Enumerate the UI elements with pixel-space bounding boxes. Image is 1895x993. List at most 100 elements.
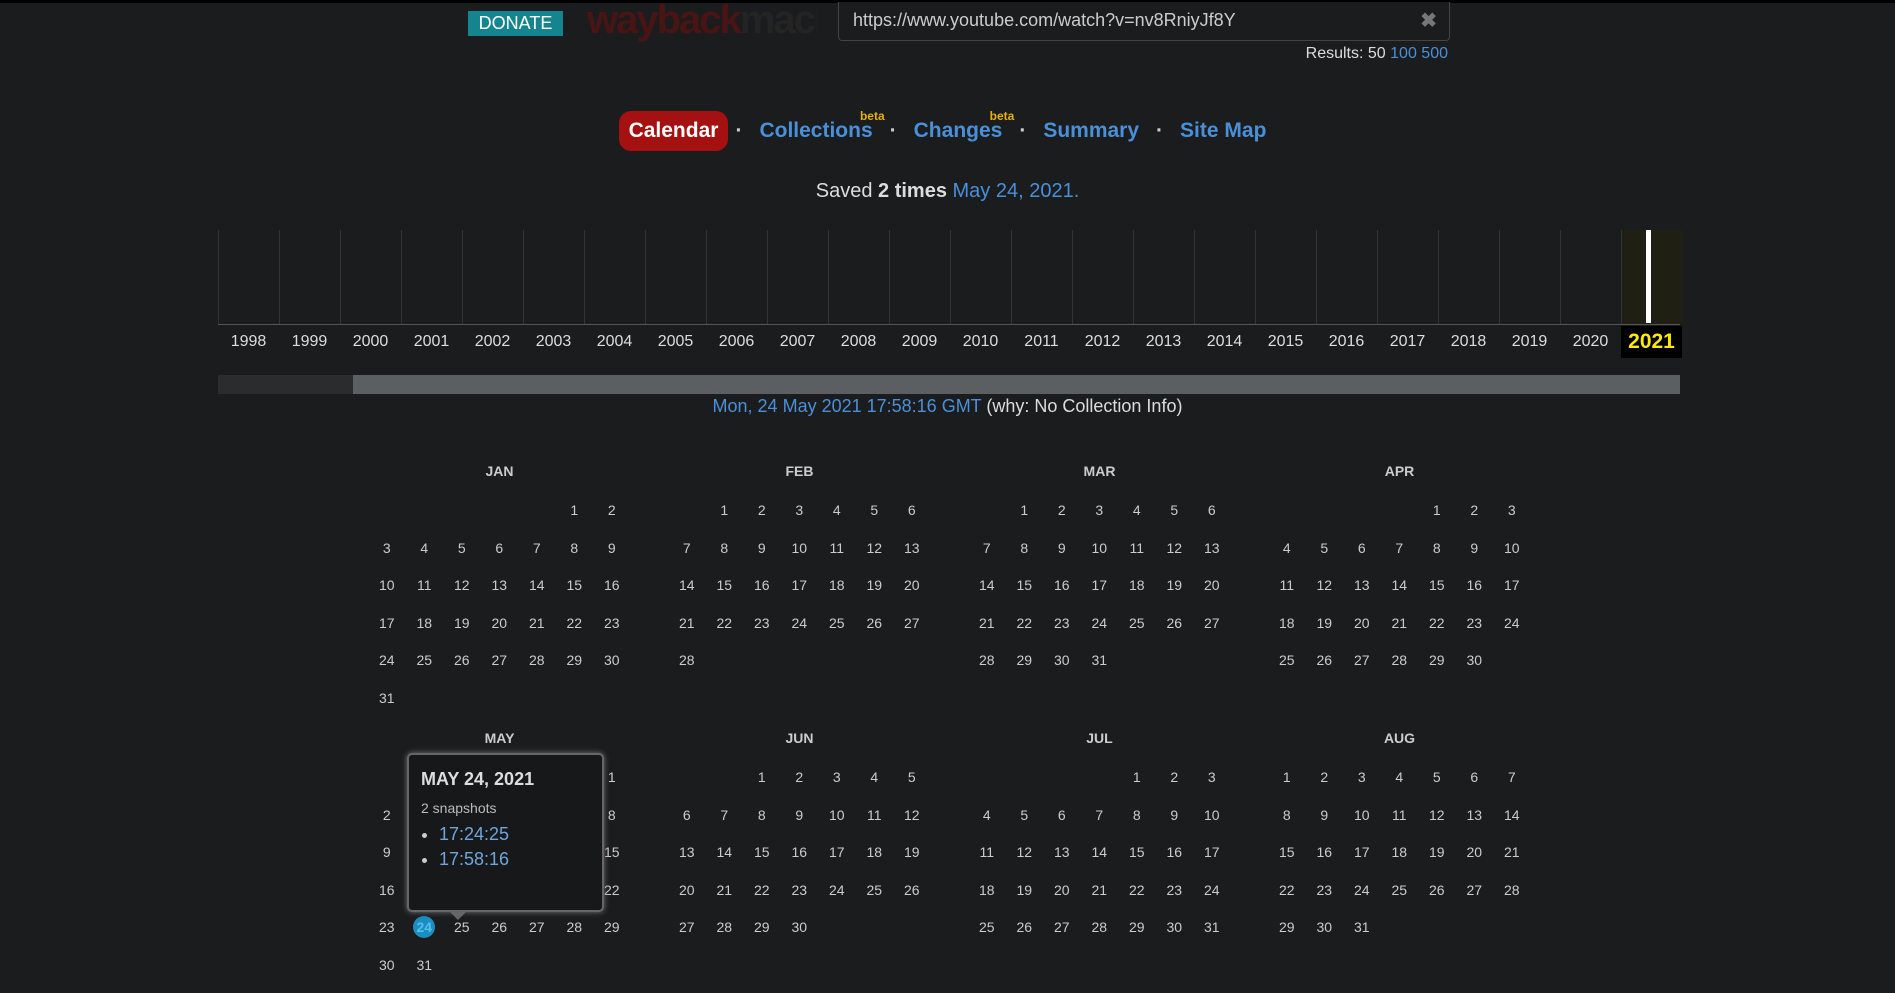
day: 4 bbox=[832, 502, 841, 518]
month-mar: MAR 1 2 3 4 5 6 7 8 9 10 11 12 13 14 15 16 17 18 19 20 21 22 23… bbox=[968, 463, 1231, 668]
url-search-box[interactable]: https://www.youtube.com/watch?v=nv8RniyJ… bbox=[838, 2, 1450, 41]
saved-date-link[interactable]: May 24, 2021. bbox=[953, 180, 1080, 202]
day: 26 bbox=[866, 614, 883, 631]
year-label-2013[interactable]: 2013 bbox=[1133, 333, 1194, 351]
year-label-2019[interactable]: 2019 bbox=[1499, 333, 1560, 351]
year-label-2002[interactable]: 2002 bbox=[462, 333, 523, 351]
tab-site-map[interactable]: Site Map bbox=[1170, 111, 1276, 151]
year-label-2011[interactable]: 2011 bbox=[1011, 333, 1072, 351]
year-column-2014[interactable] bbox=[1194, 230, 1256, 324]
year-column-1998[interactable] bbox=[218, 230, 280, 324]
year-column-2013[interactable] bbox=[1133, 230, 1195, 324]
day: 21 bbox=[978, 614, 995, 631]
day: 10 bbox=[1503, 539, 1520, 556]
day: 16 bbox=[1316, 844, 1333, 861]
scrollbar-thumb[interactable] bbox=[353, 375, 1680, 394]
year-label-2010[interactable]: 2010 bbox=[950, 333, 1011, 351]
year-label-2000[interactable]: 2000 bbox=[340, 333, 401, 351]
year-column-2005[interactable] bbox=[645, 230, 707, 324]
snapshot-link[interactable]: 17:24:25 bbox=[439, 824, 509, 844]
day: 10 bbox=[1353, 806, 1370, 823]
year-label-2018[interactable]: 2018 bbox=[1438, 333, 1499, 351]
year-column-2002[interactable] bbox=[462, 230, 524, 324]
day: 9 bbox=[1057, 539, 1066, 556]
capture-timestamp-link[interactable]: Mon, 24 May 2021 17:58:16 GMT bbox=[713, 396, 982, 416]
year-column-2017[interactable] bbox=[1377, 230, 1439, 324]
year-column-2012[interactable] bbox=[1072, 230, 1134, 324]
year-column-1999[interactable] bbox=[279, 230, 341, 324]
year-column-2006[interactable] bbox=[706, 230, 768, 324]
day: 15 bbox=[716, 577, 733, 594]
year-label-2003[interactable]: 2003 bbox=[523, 333, 584, 351]
year-label-2021[interactable]: 2021 bbox=[1621, 326, 1682, 358]
day: 30 bbox=[378, 957, 395, 973]
day: 6 bbox=[1357, 539, 1366, 556]
saved-count: 2 times bbox=[878, 180, 947, 202]
year-label-2005[interactable]: 2005 bbox=[645, 333, 706, 351]
clear-icon[interactable]: ✖ bbox=[1420, 8, 1437, 33]
year-column-2021[interactable] bbox=[1621, 230, 1683, 324]
day: 17 bbox=[1503, 577, 1520, 594]
tab-summary[interactable]: Summary bbox=[1033, 111, 1149, 151]
year-column-2009[interactable] bbox=[889, 230, 951, 324]
year-column-2004[interactable] bbox=[584, 230, 646, 324]
day: 14 bbox=[716, 844, 733, 861]
year-column-2000[interactable] bbox=[340, 230, 402, 324]
day: 20 bbox=[1053, 881, 1070, 898]
year-label-2020[interactable]: 2020 bbox=[1560, 333, 1621, 351]
day: 11 bbox=[1391, 806, 1407, 823]
day: 16 bbox=[753, 577, 770, 594]
day: 1 bbox=[720, 502, 729, 518]
year-label-2014[interactable]: 2014 bbox=[1194, 333, 1255, 351]
url-input[interactable]: https://www.youtube.com/watch?v=nv8RniyJ… bbox=[853, 10, 1236, 31]
donate-button[interactable]: DONATE bbox=[468, 11, 563, 36]
year-column-2008[interactable] bbox=[828, 230, 890, 324]
year-column-2016[interactable] bbox=[1316, 230, 1378, 324]
year-label-2008[interactable]: 2008 bbox=[828, 333, 889, 351]
results-100-link[interactable]: 100 bbox=[1390, 45, 1417, 62]
year-label-2006[interactable]: 2006 bbox=[706, 333, 767, 351]
day-with-snapshot[interactable]: 24 bbox=[406, 916, 444, 939]
snapshot-link[interactable]: 17:58:16 bbox=[439, 849, 509, 869]
view-tabs: Calendar · Collections beta · Changes beta · Sum… bbox=[0, 109, 1895, 151]
tab-changes[interactable]: Changes beta bbox=[904, 109, 1015, 151]
year-column-2010[interactable] bbox=[950, 230, 1012, 324]
day: 9 bbox=[1470, 539, 1479, 556]
year-label-2016[interactable]: 2016 bbox=[1316, 333, 1377, 351]
tab-calendar[interactable]: Calendar bbox=[618, 111, 729, 151]
results-500-link[interactable]: 500 bbox=[1421, 45, 1448, 62]
year-timeline[interactable]: 1998 1999 2000 2001 2002 2003 2004 2005 2006 2007… bbox=[218, 230, 1683, 358]
year-label-2009[interactable]: 2009 bbox=[889, 333, 950, 351]
year-label-2015[interactable]: 2015 bbox=[1255, 333, 1316, 351]
year-column-2003[interactable] bbox=[523, 230, 585, 324]
year-column-2001[interactable] bbox=[401, 230, 463, 324]
logo-part-b: machine bbox=[739, 0, 817, 42]
year-label-2017[interactable]: 2017 bbox=[1377, 333, 1438, 351]
year-column-2019[interactable] bbox=[1499, 230, 1561, 324]
day: 7 bbox=[720, 806, 729, 823]
snapshot-item: 17:58:16 bbox=[439, 847, 602, 872]
day: 22 bbox=[1428, 614, 1445, 631]
tab-collections[interactable]: Collections beta bbox=[749, 109, 884, 151]
year-column-2011[interactable] bbox=[1011, 230, 1073, 324]
year-label-1999[interactable]: 1999 bbox=[279, 333, 340, 351]
day: 2 bbox=[382, 806, 391, 823]
year-label-1998[interactable]: 1998 bbox=[218, 333, 279, 351]
day: 29 bbox=[1128, 919, 1145, 936]
wayback-logo[interactable]: waybackmachine bbox=[587, 0, 817, 42]
year-label-2007[interactable]: 2007 bbox=[767, 333, 828, 351]
day: 28 bbox=[1091, 919, 1108, 936]
year-column-2007[interactable] bbox=[767, 230, 829, 324]
year-label-2001[interactable]: 2001 bbox=[401, 333, 462, 351]
year-column-2020[interactable] bbox=[1560, 230, 1622, 324]
day: 3 bbox=[795, 502, 804, 518]
year-column-2018[interactable] bbox=[1438, 230, 1500, 324]
year-label-2012[interactable]: 2012 bbox=[1072, 333, 1133, 351]
year-column-2015[interactable] bbox=[1255, 230, 1317, 324]
year-label-2004[interactable]: 2004 bbox=[584, 333, 645, 351]
timeline-scrollbar[interactable] bbox=[218, 375, 1680, 394]
day: 26 bbox=[1316, 652, 1333, 669]
day: 21 bbox=[1503, 844, 1520, 861]
day: 24 bbox=[828, 881, 845, 898]
results-limit: Results: 50 100 500 bbox=[1306, 45, 1448, 63]
